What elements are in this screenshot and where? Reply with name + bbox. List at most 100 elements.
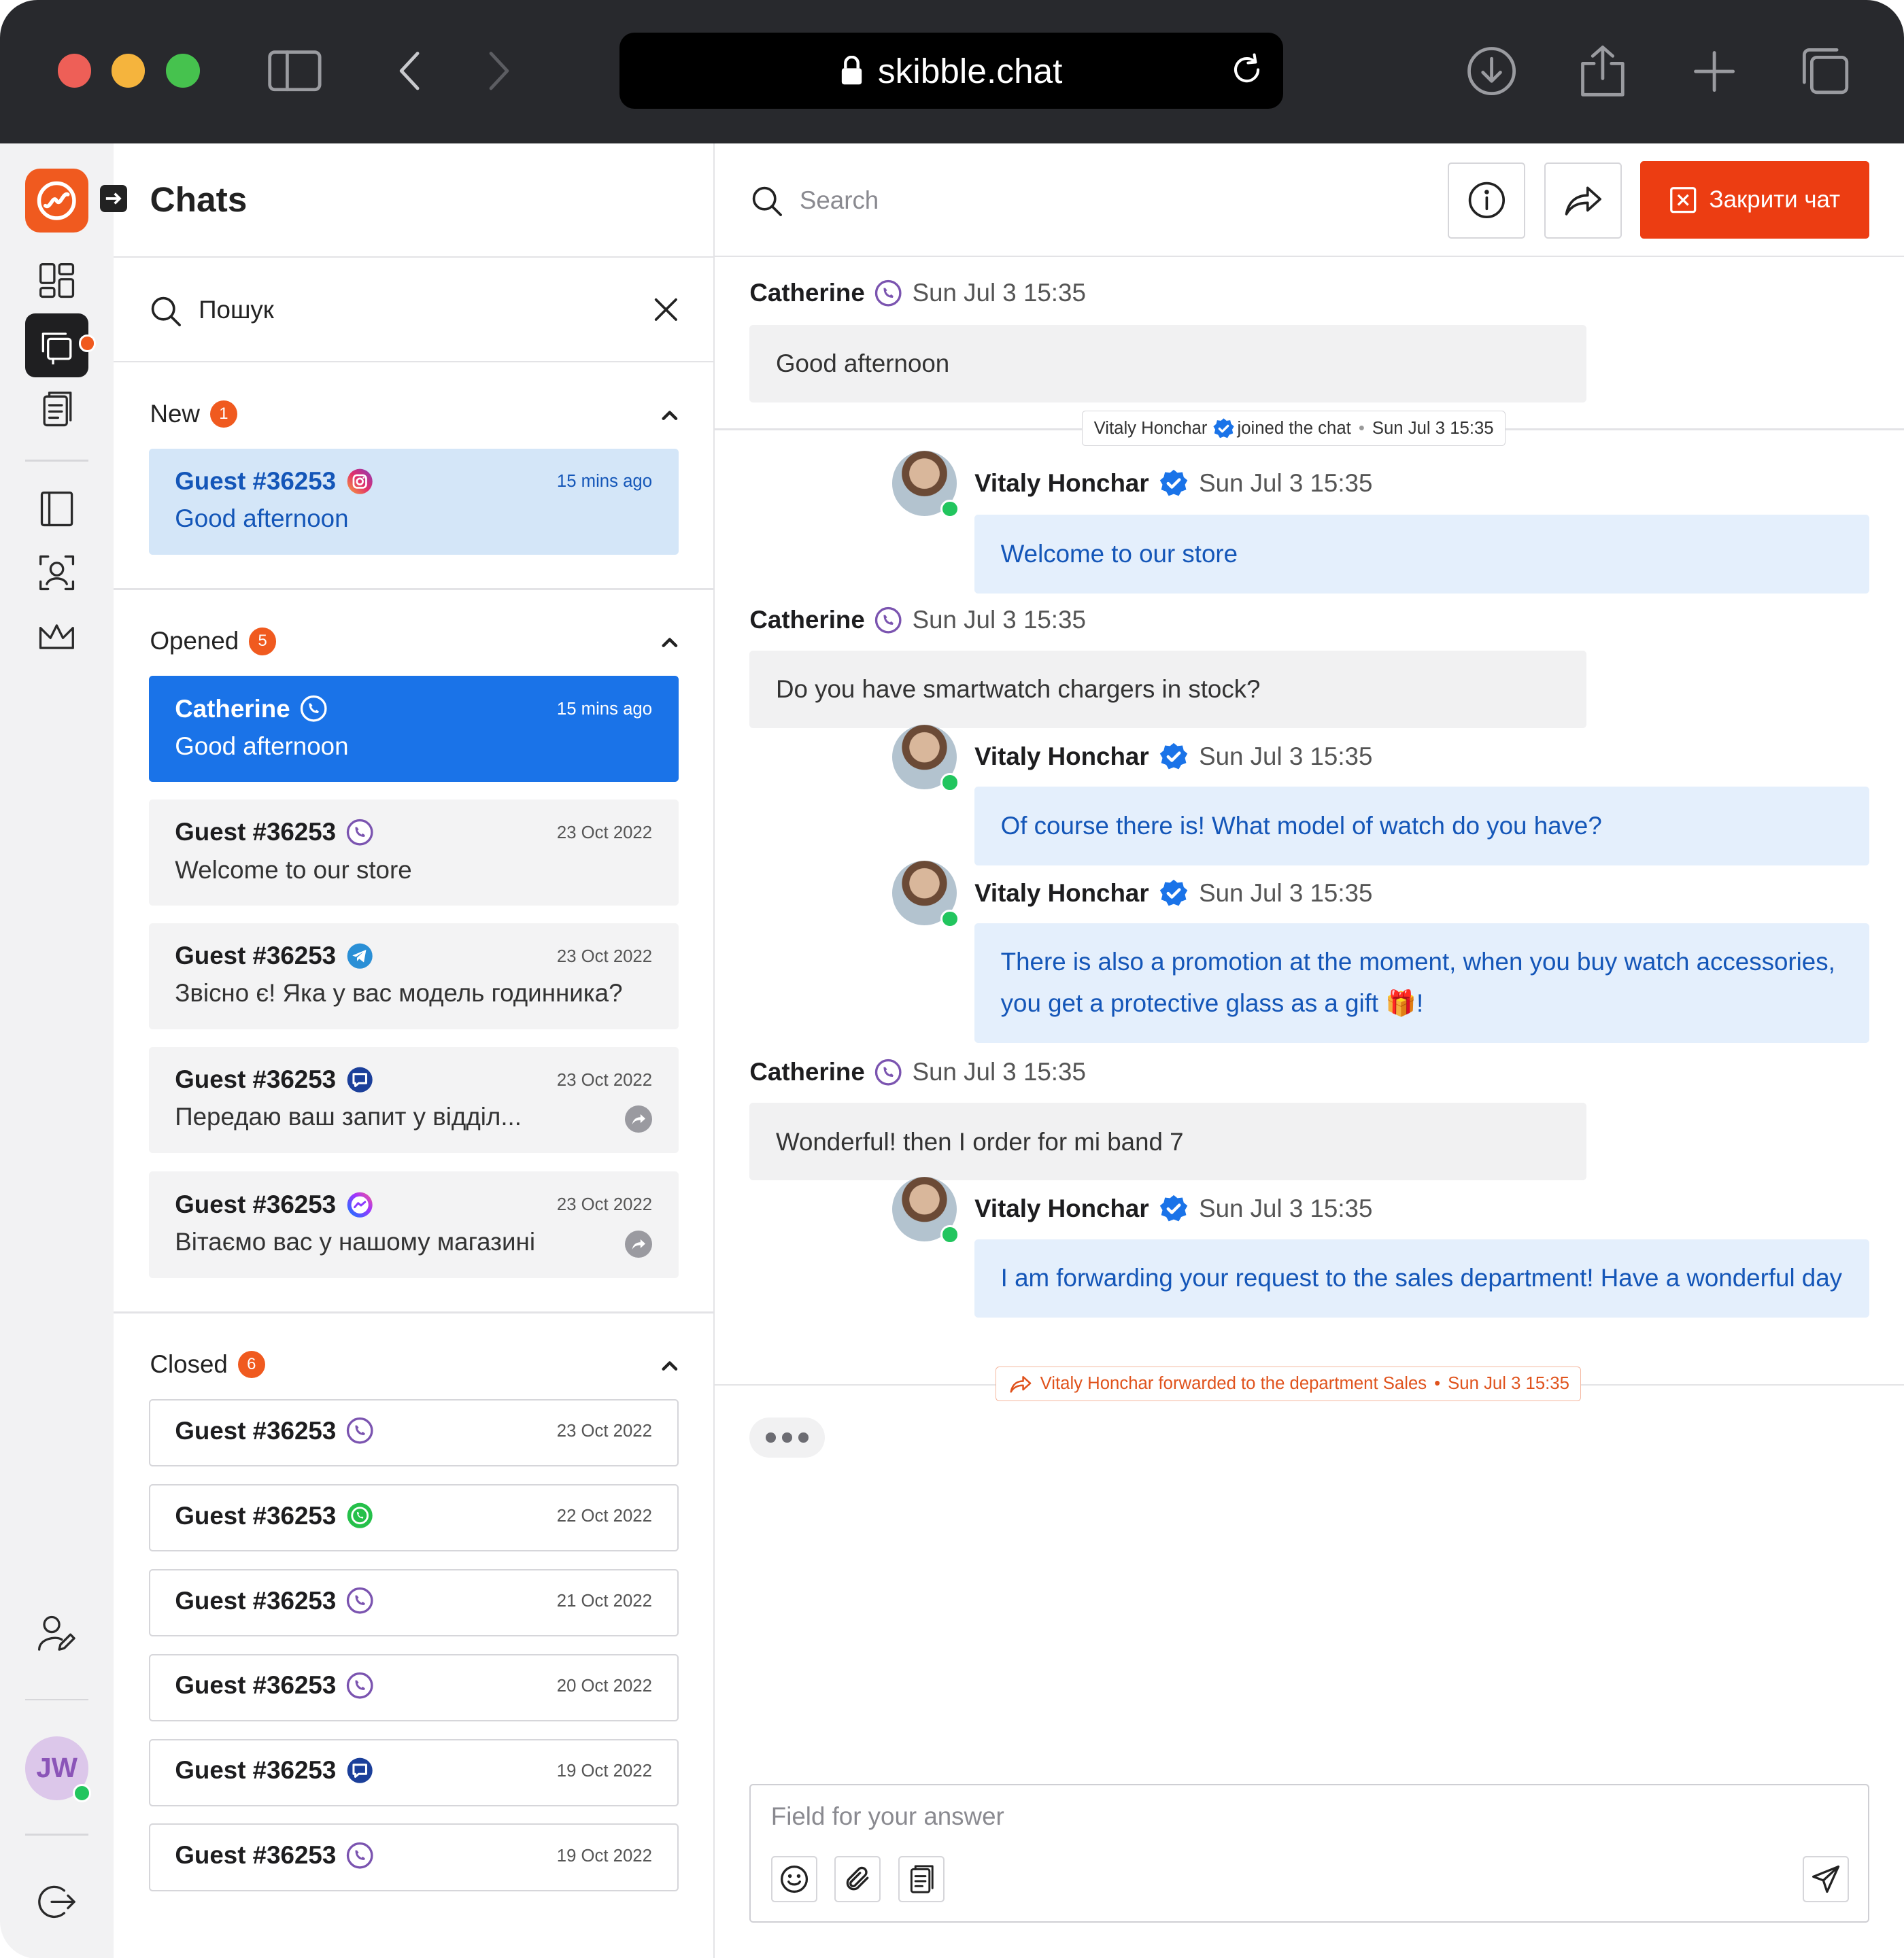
knowledge-base-icon[interactable] <box>25 477 89 541</box>
chat-card[interactable]: Catherine 15 mins ago Good afternoon <box>148 675 679 783</box>
forward-icon[interactable] <box>467 40 530 103</box>
section-new[interactable]: New 1 <box>150 399 238 428</box>
send-icon <box>1812 1866 1840 1893</box>
section-label: Closed <box>150 1350 228 1379</box>
online-status-dot <box>940 499 960 519</box>
message-time: Sun Jul 3 15:35 <box>1199 878 1373 907</box>
user-avatar[interactable]: JW <box>24 1736 92 1803</box>
emoji-button[interactable] <box>770 1856 817 1903</box>
maximize-window-button[interactable] <box>166 54 200 88</box>
chat-card-time: 23 Oct 2022 <box>556 1421 652 1441</box>
info-button[interactable] <box>1448 162 1526 239</box>
forwarded-badge <box>624 1230 653 1258</box>
chat-card-time: 20 Oct 2022 <box>556 1676 652 1696</box>
message-header: Vitaly Honchar Sun Jul 3 15:35 <box>974 878 1372 908</box>
new-tab-icon[interactable] <box>1683 40 1746 103</box>
chevron-up-icon[interactable] <box>661 1359 679 1371</box>
verified-icon <box>1213 418 1234 438</box>
incoming-message: Good afternoon <box>749 324 1587 402</box>
livechat-icon <box>346 1066 373 1093</box>
browser-window: skibble.chat JW Chats Пошук New 1 Opened… <box>0 0 1904 1958</box>
chats-title: Chats <box>150 179 248 219</box>
send-button[interactable] <box>1803 1856 1850 1903</box>
forward-icon <box>632 1114 645 1125</box>
info-icon <box>1468 182 1505 219</box>
section-closed[interactable]: Closed 6 <box>150 1350 265 1379</box>
outgoing-message: There is also a promotion at the moment,… <box>974 923 1869 1044</box>
chats-nav-icon[interactable] <box>24 313 97 377</box>
chat-card[interactable]: Guest #36253 15 mins ago Good afternoon <box>148 448 679 555</box>
share-icon[interactable] <box>1571 40 1634 103</box>
section-label: Opened <box>150 627 239 655</box>
chat-search[interactable]: Пошук <box>114 257 714 362</box>
chat-card-preview: Передаю ваш запит у відділ... <box>175 1103 522 1131</box>
message-author: Vitaly Honchar <box>974 742 1149 771</box>
count-badge: 6 <box>237 1350 265 1379</box>
viber-icon <box>300 695 327 722</box>
chevron-up-icon[interactable] <box>661 409 679 421</box>
closed-chat-card[interactable]: Guest #36253 19 Oct 2022 <box>148 1823 679 1891</box>
minimize-window-button[interactable] <box>111 54 146 88</box>
viber-icon <box>346 1417 373 1445</box>
dashboard-icon[interactable] <box>25 249 89 313</box>
agent-avatar[interactable] <box>891 724 960 792</box>
answer-input[interactable] <box>770 1802 1771 1832</box>
back-icon[interactable] <box>379 40 441 103</box>
chat-card[interactable]: Guest #36253 23 Oct 2022 Передаю ваш зап… <box>148 1046 679 1153</box>
crown-icon[interactable] <box>25 604 89 668</box>
messenger-icon <box>346 1191 373 1218</box>
chat-card-name: Guest #36253 <box>175 1065 373 1094</box>
message-header: Vitaly Honchar Sun Jul 3 15:35 <box>974 742 1372 772</box>
agent-avatar[interactable] <box>891 1176 960 1244</box>
chat-card-time: 23 Oct 2022 <box>556 823 653 842</box>
closed-chat-card[interactable]: Guest #36253 23 Oct 2022 <box>148 1398 679 1466</box>
user-initials: JW <box>36 1752 78 1784</box>
edit-profile-icon[interactable] <box>25 1601 89 1665</box>
divider <box>114 1311 714 1313</box>
closed-chat-card[interactable]: Guest #36253 19 Oct 2022 <box>148 1738 679 1806</box>
collapse-sidebar-button[interactable] <box>99 184 128 213</box>
verified-icon <box>1160 469 1188 496</box>
logout-icon[interactable] <box>25 1870 89 1934</box>
section-opened[interactable]: Opened 5 <box>150 627 277 655</box>
skibble-logo-icon[interactable] <box>24 169 89 233</box>
message-header: Catherine Sun Jul 3 15:35 <box>749 606 1086 634</box>
tabs-overview-icon[interactable] <box>1794 40 1856 103</box>
close-window-button[interactable] <box>57 54 92 88</box>
closed-chat-card[interactable]: Guest #36253 21 Oct 2022 <box>148 1568 679 1636</box>
chevron-up-icon[interactable] <box>661 636 679 648</box>
templates-button[interactable] <box>898 1856 945 1903</box>
viber-icon <box>346 819 373 846</box>
chat-card-preview: Вітаємо вас у нашому магазині <box>175 1228 535 1256</box>
agent-avatar[interactable] <box>891 451 960 519</box>
message-search-input[interactable]: Search <box>800 186 879 215</box>
paperclip-icon <box>847 1867 869 1891</box>
address-bar[interactable]: skibble.chat <box>619 32 1283 109</box>
chat-card[interactable]: Guest #36253 23 Oct 2022 Звісно є! Яка у… <box>148 923 679 1029</box>
closed-chat-card[interactable]: Guest #36253 20 Oct 2022 <box>148 1653 679 1721</box>
chat-card-preview: Good afternoon <box>175 732 349 760</box>
section-label: New <box>150 399 200 428</box>
contacts-scan-icon[interactable] <box>25 541 89 605</box>
chat-card-time: 21 Oct 2022 <box>556 1591 652 1611</box>
download-icon[interactable] <box>1461 40 1523 103</box>
system-action: joined the chat <box>1237 418 1351 438</box>
agent-avatar[interactable] <box>891 860 960 929</box>
message-header: Vitaly Honchar Sun Jul 3 15:35 <box>974 1194 1372 1224</box>
chat-search-input[interactable]: Пошук <box>199 296 274 324</box>
clear-search-icon[interactable] <box>653 297 679 322</box>
forward-chat-button[interactable] <box>1544 162 1622 239</box>
chat-card[interactable]: Guest #36253 23 Oct 2022 Welcome to our … <box>148 799 679 906</box>
reload-icon[interactable] <box>1228 51 1265 88</box>
close-chat-button[interactable]: Закрити чат <box>1640 161 1869 239</box>
system-forwarded-notice: Vitaly Honchar forwarded to the departme… <box>996 1366 1582 1402</box>
chat-card[interactable]: Guest #36253 23 Oct 2022 Вітаємо вас у н… <box>148 1171 679 1278</box>
attach-button[interactable] <box>834 1856 881 1903</box>
templates-icon[interactable] <box>25 377 89 441</box>
templates-icon <box>910 1865 934 1893</box>
outgoing-message: Of course there is! What model of watch … <box>974 787 1869 866</box>
closed-chat-card[interactable]: Guest #36253 22 Oct 2022 <box>148 1483 679 1551</box>
app-rail: JW <box>0 143 114 1958</box>
chat-card-preview: Welcome to our store <box>175 855 412 884</box>
sidebar-toggle-icon[interactable] <box>264 40 326 103</box>
